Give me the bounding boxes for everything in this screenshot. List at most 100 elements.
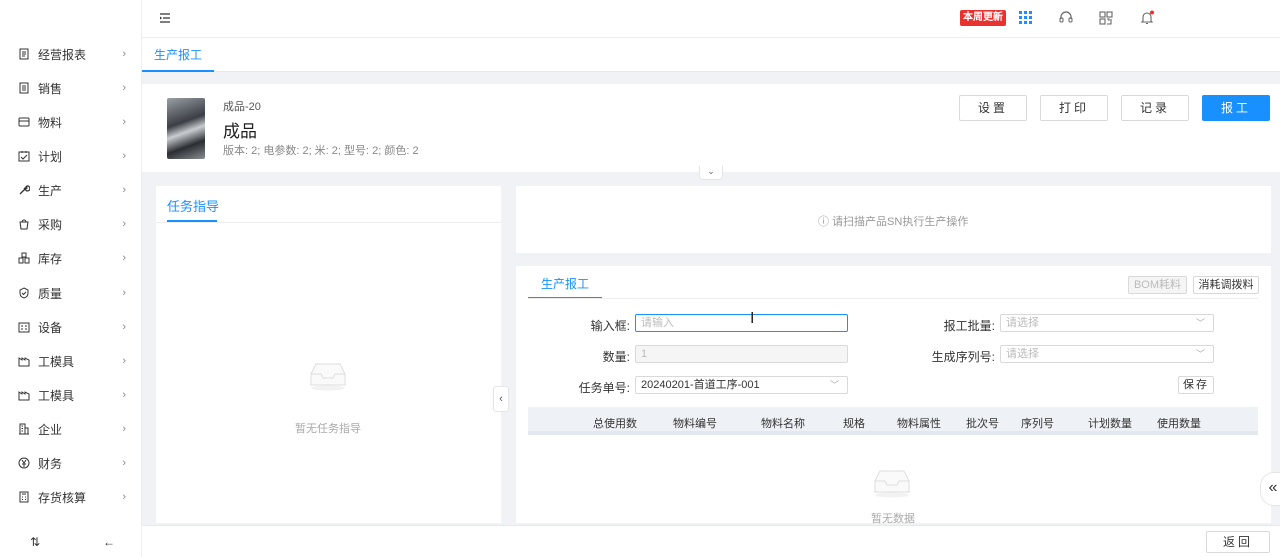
sidebar-item[interactable]: 生产 › <box>0 173 142 207</box>
collapse-header-toggle[interactable]: ⌄ <box>699 166 723 180</box>
product-attributes: 版本: 2; 电参数: 2; 米: 2; 型号: 2; 颜色: 2 <box>223 145 419 157</box>
task-number-label: 任务单号: <box>578 381 630 395</box>
serial-label: 生成序列号: <box>931 350 995 364</box>
scan-hint: ⓘ 请扫描产品SN执行生产操作 <box>818 213 968 229</box>
chevron-left-icon: ‹ <box>499 393 503 405</box>
weekly-update-badge[interactable]: 本周更新 <box>960 10 1006 26</box>
column-header: 规格 <box>843 418 865 430</box>
settings-button[interactable]: 设置 <box>959 95 1027 121</box>
sidebar-item[interactable]: 计划 › <box>0 139 142 173</box>
chevron-right-icon: › <box>122 457 126 469</box>
report-icon <box>18 48 30 60</box>
input-label: 输入框: <box>590 319 630 333</box>
column-header: 序列号 <box>1021 418 1054 430</box>
sidebar-item[interactable]: 质量 › <box>0 276 142 310</box>
collapse-sidebar-icon[interactable]: ← <box>103 535 115 549</box>
footer-bar: 返回 <box>142 525 1280 557</box>
headset-icon[interactable] <box>1058 10 1074 26</box>
column-header: 使用数量 <box>1157 418 1201 430</box>
sidebar-item[interactable]: 工模具 › <box>0 344 142 378</box>
sidebar-item-label: 设备 <box>38 320 63 335</box>
divider <box>528 298 1258 299</box>
yen-icon <box>18 457 30 469</box>
sidebar-item-label: 生产 <box>38 183 63 198</box>
sidebar-item-label: 质量 <box>38 286 63 301</box>
sidebar-item[interactable]: 销售 › <box>0 71 142 105</box>
batch-placeholder: 请选择 <box>1006 317 1039 329</box>
input-field[interactable]: 请输入 <box>635 314 848 332</box>
batch-select[interactable]: 请选择 ﹀ <box>1000 314 1214 332</box>
task-guide-title: 任务指导 <box>167 199 220 214</box>
chevron-right-icon: › <box>122 491 126 503</box>
qrcode-icon[interactable] <box>1098 10 1114 26</box>
chevron-right-icon: › <box>122 389 126 401</box>
column-header: 总使用数 <box>593 418 637 430</box>
text-cursor-icon: I <box>750 310 755 327</box>
print-button[interactable]: 打印 <box>1040 95 1108 121</box>
column-header: 计划数量 <box>1088 418 1132 430</box>
sidebar-item[interactable]: 库存 › <box>0 241 142 275</box>
sort-toggle-icon[interactable]: ⇅ <box>30 535 40 549</box>
task-number-value: 20240201-首道工序-001 <box>641 379 760 391</box>
chevron-down-icon: ⌄ <box>707 166 715 176</box>
equipment-icon <box>18 321 30 333</box>
report-work-button[interactable]: 报工 <box>1202 95 1270 121</box>
chevron-right-icon: › <box>122 321 126 333</box>
wrench-icon <box>18 184 30 196</box>
task-number-select[interactable]: 20240201-首道工序-001 ﹀ <box>635 376 848 394</box>
menu-toggle-icon[interactable] <box>158 11 172 25</box>
chevron-down-icon: ﹀ <box>1195 349 1205 359</box>
empty-table-text: 暂无数据 <box>871 513 915 525</box>
sidebar-item-label: 企业 <box>38 422 63 437</box>
report-panel: 生产报工 BOM耗料 消耗调拨料 输入框: 请输入 报工批量: 请选择 ﹀ 数量:… <box>516 266 1271 525</box>
tab-production-report[interactable]: 生产报工 <box>142 38 215 72</box>
sidebar-item[interactable]: 财务 › <box>0 446 142 480</box>
chevron-right-icon: › <box>122 82 126 94</box>
column-header: 物料名称 <box>761 418 805 430</box>
building-icon <box>18 423 30 435</box>
sidebar-item-label: 工模具 <box>38 354 75 369</box>
material-icon <box>18 116 30 128</box>
page-tabs: 生产报工 <box>142 38 1280 72</box>
chevron-right-icon: › <box>122 423 126 435</box>
empty-task-guide-text: 暂无任务指导 <box>295 423 361 435</box>
plan-icon <box>18 150 30 162</box>
sidebar-item-label: 存货核算 <box>38 490 87 505</box>
consume-transfer-button[interactable]: 消耗调拨料 <box>1193 276 1259 294</box>
topbar: 本周更新 <box>142 0 1280 38</box>
apps-grid-icon[interactable] <box>1018 10 1034 26</box>
chevron-right-icon: › <box>122 252 126 264</box>
sidebar-item[interactable]: 企业 › <box>0 412 142 446</box>
product-code: 成品-20 <box>223 101 261 113</box>
sidebar-item-label: 工模具 <box>38 388 75 403</box>
save-button[interactable]: 保存 <box>1178 376 1214 394</box>
chevron-right-icon: › <box>122 287 126 299</box>
chevron-down-icon: ﹀ <box>1195 318 1205 328</box>
sidebar-item[interactable]: 物料 › <box>0 105 142 139</box>
sidebar-item-label: 销售 <box>38 81 63 96</box>
sidebar-item[interactable]: 经营报表 › <box>0 37 142 71</box>
bom-consume-button[interactable]: BOM耗料 <box>1128 276 1187 294</box>
table-header: 总使用数 物料编号 物料名称 规格 物料属性 批次号 序列号 计划数量 使用数量 <box>528 407 1258 435</box>
serial-select[interactable]: 请选择 ﹀ <box>1000 345 1214 363</box>
records-button[interactable]: 记录 <box>1121 95 1189 121</box>
sidebar-item-label: 库存 <box>38 251 63 266</box>
sidebar-item[interactable]: 工模具 › <box>0 378 142 412</box>
double-chevron-left-icon[interactable]: « <box>1260 472 1280 506</box>
panel-collapse-handle[interactable]: ‹ <box>493 386 509 412</box>
sidebar-item[interactable]: 采购 › <box>0 207 142 241</box>
purchase-icon <box>18 218 30 230</box>
column-header: 物料属性 <box>897 418 941 430</box>
mold-icon <box>18 355 30 367</box>
sales-icon <box>18 82 30 94</box>
chevron-right-icon: › <box>122 355 126 367</box>
bell-icon[interactable] <box>1139 10 1155 26</box>
back-button[interactable]: 返回 <box>1206 531 1270 553</box>
sidebar-item[interactable]: 设备 › <box>0 310 142 344</box>
chevron-right-icon: › <box>122 184 126 196</box>
sidebar-footer: ⇅ ← <box>0 527 142 557</box>
tab-production-report-inner[interactable]: 生产报工 <box>528 266 603 299</box>
scan-panel: ⓘ 请扫描产品SN执行生产操作 <box>516 186 1271 253</box>
sidebar-item[interactable]: 存货核算 › <box>0 480 142 514</box>
divider <box>156 222 501 223</box>
